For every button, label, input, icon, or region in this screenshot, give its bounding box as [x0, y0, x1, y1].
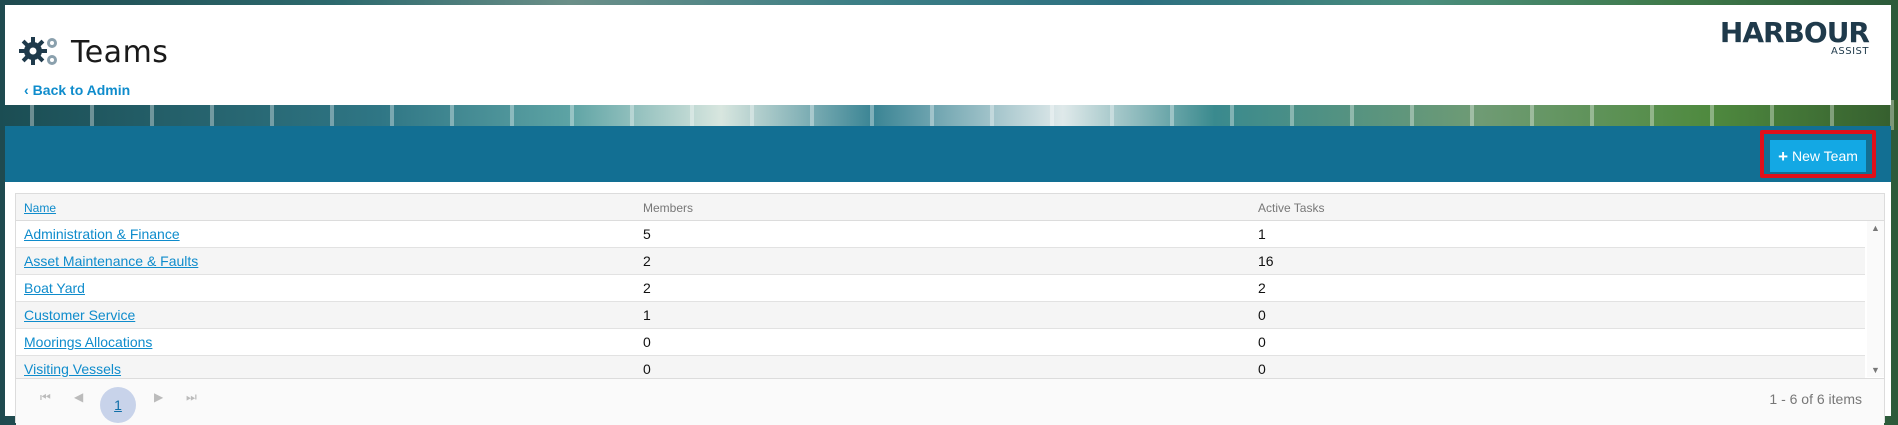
- members-cell: 5: [643, 226, 651, 242]
- grid-header: Name Members Active Tasks: [16, 194, 1884, 221]
- active-tasks-cell: 1: [1258, 226, 1266, 242]
- team-name-link[interactable]: Moorings Allocations: [24, 334, 152, 350]
- active-tasks-cell: 0: [1258, 361, 1266, 377]
- page-header: Teams ‹ Back to Admin HARBOUR ASSIST: [5, 5, 1891, 105]
- table-row: Moorings Allocations 0 0: [16, 329, 1865, 356]
- scroll-down-icon[interactable]: ▼: [1871, 365, 1880, 375]
- active-tasks-cell: 2: [1258, 280, 1266, 296]
- content-panel: Name Members Active Tasks Administration…: [5, 182, 1891, 425]
- table-row: Asset Maintenance & Faults 2 16: [16, 248, 1865, 275]
- active-tasks-cell: 16: [1258, 253, 1274, 269]
- back-to-admin-link[interactable]: ‹ Back to Admin: [24, 82, 130, 98]
- members-cell: 0: [643, 361, 651, 377]
- page-title: Teams: [71, 35, 169, 70]
- harbour-assist-logo: HARBOUR ASSIST: [1719, 16, 1870, 58]
- column-header-members: Members: [643, 201, 694, 215]
- team-name-link[interactable]: Boat Yard: [24, 280, 85, 296]
- scroll-up-icon[interactable]: ▲: [1871, 223, 1880, 233]
- team-name-link[interactable]: Customer Service: [24, 307, 135, 323]
- last-page-icon[interactable]: ⏭: [186, 390, 197, 405]
- toolbar: + New Team: [5, 126, 1891, 182]
- logo-main-text: HARBOUR: [1719, 16, 1870, 49]
- members-cell: 2: [643, 280, 651, 296]
- chevron-left-icon: ‹: [24, 82, 29, 98]
- grid-rows: Administration & Finance 5 1 Asset Maint…: [16, 221, 1865, 383]
- active-tasks-cell: 0: [1258, 307, 1266, 323]
- vertical-scrollbar[interactable]: ▲ ▼: [1867, 221, 1884, 377]
- team-name-link[interactable]: Asset Maintenance & Faults: [24, 253, 198, 269]
- team-name-link[interactable]: Visiting Vessels: [24, 361, 121, 377]
- table-row: Customer Service 1 0: [16, 302, 1865, 329]
- members-cell: 1: [643, 307, 651, 323]
- back-link-label: Back to Admin: [32, 82, 131, 98]
- new-team-button[interactable]: + New Team: [1770, 140, 1866, 172]
- plus-icon: +: [1778, 146, 1789, 166]
- teams-grid: Name Members Active Tasks Administration…: [15, 193, 1885, 425]
- team-name-link[interactable]: Administration & Finance: [24, 226, 180, 242]
- pager: ⏮ ◀ 1 ▶ ⏭ 1 - 6 of 6 items: [16, 378, 1884, 425]
- table-row: Boat Yard 2 2: [16, 275, 1865, 302]
- column-header-name[interactable]: Name: [24, 201, 56, 215]
- prev-page-icon[interactable]: ◀: [74, 390, 83, 404]
- column-header-active-tasks: Active Tasks: [1258, 201, 1325, 215]
- highlight-frame: + New Team: [1760, 130, 1876, 178]
- members-cell: 2: [643, 253, 651, 269]
- pager-info: 1 - 6 of 6 items: [1769, 391, 1862, 407]
- gears-icon: [19, 37, 57, 65]
- page-number-button[interactable]: 1: [100, 387, 136, 423]
- active-tasks-cell: 0: [1258, 334, 1266, 350]
- next-page-icon[interactable]: ▶: [154, 390, 163, 404]
- table-row: Administration & Finance 5 1: [16, 221, 1865, 248]
- members-cell: 0: [643, 334, 651, 350]
- new-team-label: New Team: [1792, 148, 1858, 164]
- first-page-icon[interactable]: ⏮: [40, 390, 51, 405]
